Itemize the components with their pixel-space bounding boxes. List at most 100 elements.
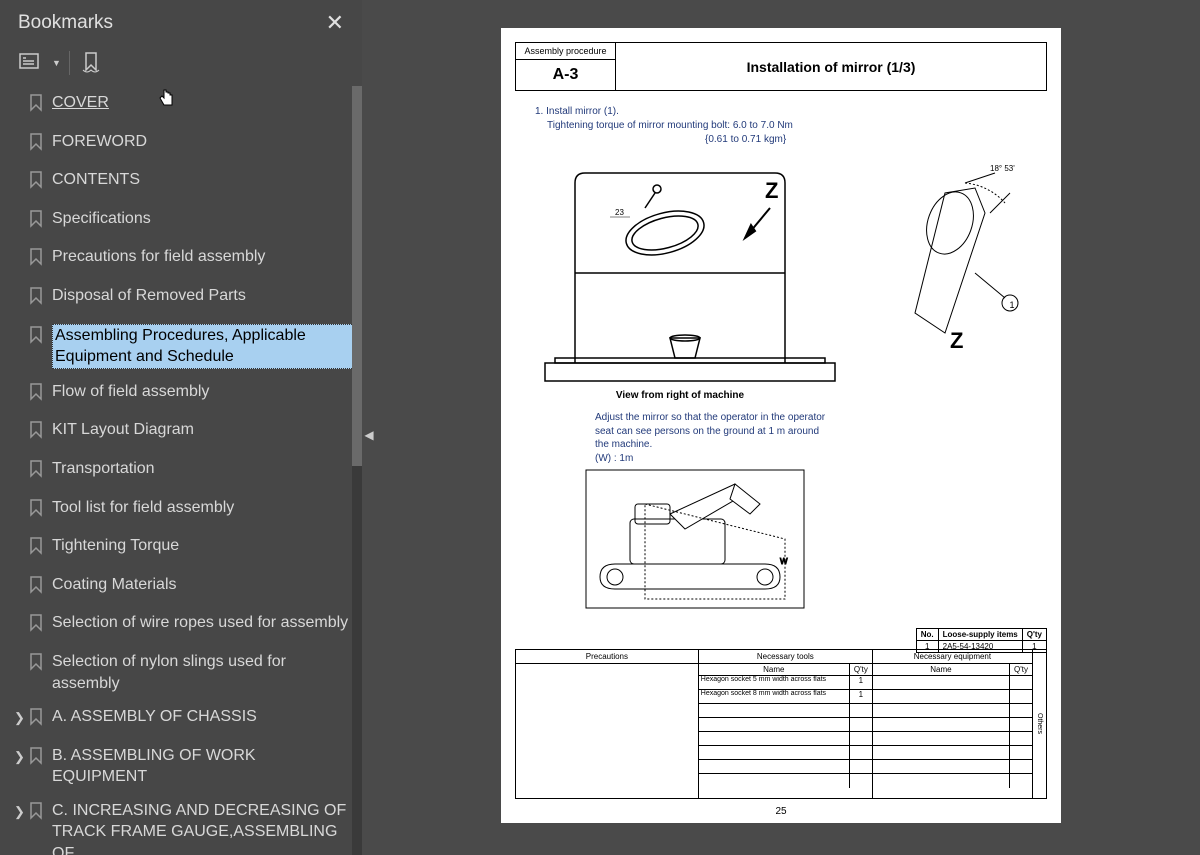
bookmark-label: Selection of nylon slings used for assem… (52, 651, 354, 694)
bookmark-item[interactable]: Precautions for field assembly (10, 240, 362, 279)
bookmark-ribbon-icon (28, 210, 44, 235)
svg-text:1: 1 (1009, 300, 1014, 310)
tool-name (699, 760, 850, 773)
pdf-viewport[interactable]: Assembly procedure A-3 Installation of m… (362, 0, 1200, 855)
bookmark-item[interactable]: ❯ B. ASSEMBLING OF WORK EQUIPMENT (10, 739, 362, 794)
sidebar-toolbar: ▼ (0, 42, 362, 86)
bookmark-ribbon-icon (28, 537, 44, 562)
supply-h-item: Loose-supply items (938, 629, 1022, 641)
bookmark-item[interactable]: Assembling Procedures, Applicable Equipm… (10, 318, 362, 375)
tool-row: Hexagon socket 8 mm width across flats1 (699, 690, 872, 704)
scrollbar-track[interactable] (352, 86, 362, 855)
title-block: Assembly procedure A-3 Installation of m… (515, 42, 1047, 91)
tool-name: Hexagon socket 8 mm width across flats (699, 690, 850, 703)
dropdown-chevron-icon[interactable]: ▼ (52, 58, 61, 68)
supply-h-qty: Q'ty (1022, 629, 1046, 641)
bookmark-ribbon-icon (28, 802, 44, 827)
bookmark-ribbon-icon (28, 653, 44, 678)
note-body: Adjust the mirror so that the operator i… (595, 411, 835, 452)
tool-row (699, 760, 872, 774)
tool-qty: 1 (850, 690, 872, 703)
adjust-note: Adjust the mirror so that the operator i… (565, 411, 865, 465)
figure-caption: View from right of machine (616, 390, 745, 401)
bookmark-item[interactable]: Tightening Torque (10, 529, 362, 568)
toolbar-separator (69, 51, 70, 75)
bookmark-ribbon-icon (28, 171, 44, 196)
bookmark-item[interactable]: KIT Layout Diagram (10, 413, 362, 452)
bookmark-item[interactable]: CONTENTS (10, 163, 362, 202)
bookmark-item[interactable]: Selection of wire ropes used for assembl… (10, 606, 362, 645)
step-1: 1. Install mirror (1). (535, 105, 1027, 119)
bookmark-ribbon-icon (28, 576, 44, 601)
svg-text:W: W (780, 557, 788, 566)
supply-h-no: No. (916, 629, 938, 641)
procedure-label: Assembly procedure (516, 43, 615, 60)
svg-text:18° 53': 18° 53' (990, 164, 1015, 173)
expand-chevron-icon[interactable]: ❯ (14, 748, 28, 766)
bookmark-item[interactable]: Tool list for field assembly (10, 491, 362, 530)
tool-qty (850, 760, 872, 773)
bookmark-ribbon-icon (28, 287, 44, 312)
tool-name (699, 718, 850, 731)
tool-qty (850, 704, 872, 717)
tools-name-h: Name (699, 664, 850, 675)
tool-row: Hexagon socket 5 mm width across flats1 (699, 676, 872, 690)
bookmark-item[interactable]: Selection of nylon slings used for assem… (10, 645, 362, 700)
bookmark-item[interactable]: Specifications (10, 202, 362, 241)
tool-row (699, 746, 872, 760)
bookmark-item[interactable]: ❯ C. INCREASING AND DECREASING OF TRACK F… (10, 794, 362, 855)
tool-qty (850, 746, 872, 759)
bookmark-item[interactable]: Coating Materials (10, 568, 362, 607)
tool-name: Hexagon socket 5 mm width across flats (699, 676, 850, 689)
others-label: Others (1032, 650, 1046, 798)
fig-z-label: Z (765, 178, 778, 203)
svg-text:Z: Z (950, 328, 963, 353)
page-title: Installation of mirror (1/3) (616, 43, 1046, 90)
tool-name (699, 704, 850, 717)
bookmark-ribbon-icon (28, 460, 44, 485)
sidebar-header: Bookmarks ✕ (0, 0, 362, 42)
bookmark-ribbon-icon (28, 747, 44, 772)
tools-qty-h: Q'ty (850, 664, 872, 675)
bookmark-item[interactable]: COVER (10, 86, 362, 125)
bookmark-label: C. INCREASING AND DECREASING OF TRACK FR… (52, 800, 354, 855)
precautions-header: Precautions (516, 650, 698, 664)
tool-qty: 1 (850, 676, 872, 689)
bookmark-label: B. ASSEMBLING OF WORK EQUIPMENT (52, 745, 354, 788)
bookmarks-panel: Bookmarks ✕ ▼ COVERFOREWORD CONTENTS Speci… (0, 0, 362, 855)
tool-row (699, 704, 872, 718)
options-icon[interactable] (18, 50, 44, 76)
bookmark-ribbon-icon (28, 499, 44, 524)
bookmark-item[interactable]: ❯ A. ASSEMBLY OF CHASSIS (10, 700, 362, 739)
bookmark-ribbon-icon (28, 133, 44, 158)
bookmark-label: Selection of wire ropes used for assembl… (52, 612, 354, 634)
close-icon[interactable]: ✕ (326, 10, 344, 36)
figure-machine: W (585, 469, 1047, 611)
bookmark-item[interactable]: FOREWORD (10, 125, 362, 164)
equip-name-h: Name (873, 664, 1010, 675)
procedure-code: A-3 (516, 60, 615, 90)
expand-chevron-icon[interactable]: ❯ (14, 803, 28, 821)
bookmark-ribbon-icon[interactable] (78, 50, 104, 76)
bookmark-label: Disposal of Removed Parts (52, 285, 354, 307)
expand-chevron-icon[interactable]: ❯ (14, 709, 28, 727)
bookmark-ribbon-icon (28, 94, 44, 119)
tool-name (699, 732, 850, 745)
step-1-sub2: {0.61 to 0.71 kgm} (535, 133, 1027, 147)
bookmark-item[interactable]: Transportation (10, 452, 362, 491)
bookmark-label: Tool list for field assembly (52, 497, 354, 519)
bookmark-label: CONTENTS (52, 169, 354, 191)
bookmark-list[interactable]: COVERFOREWORD CONTENTS SpecificationsPreca… (0, 86, 362, 855)
page-number: 25 (501, 806, 1061, 817)
scrollbar-thumb[interactable] (352, 86, 362, 466)
bookmark-ribbon-icon (28, 614, 44, 639)
sidebar-title: Bookmarks (18, 12, 113, 34)
pdf-page: Assembly procedure A-3 Installation of m… (501, 28, 1061, 823)
bookmark-label: A. ASSEMBLY OF CHASSIS (52, 706, 354, 728)
collapse-sidebar-icon[interactable]: ◀ (362, 420, 376, 450)
bookmark-ribbon-icon (28, 421, 44, 446)
tool-row (699, 732, 872, 746)
tool-qty (850, 732, 872, 745)
bookmark-item[interactable]: Flow of field assembly (10, 375, 362, 414)
bookmark-item[interactable]: Disposal of Removed Parts (10, 279, 362, 318)
